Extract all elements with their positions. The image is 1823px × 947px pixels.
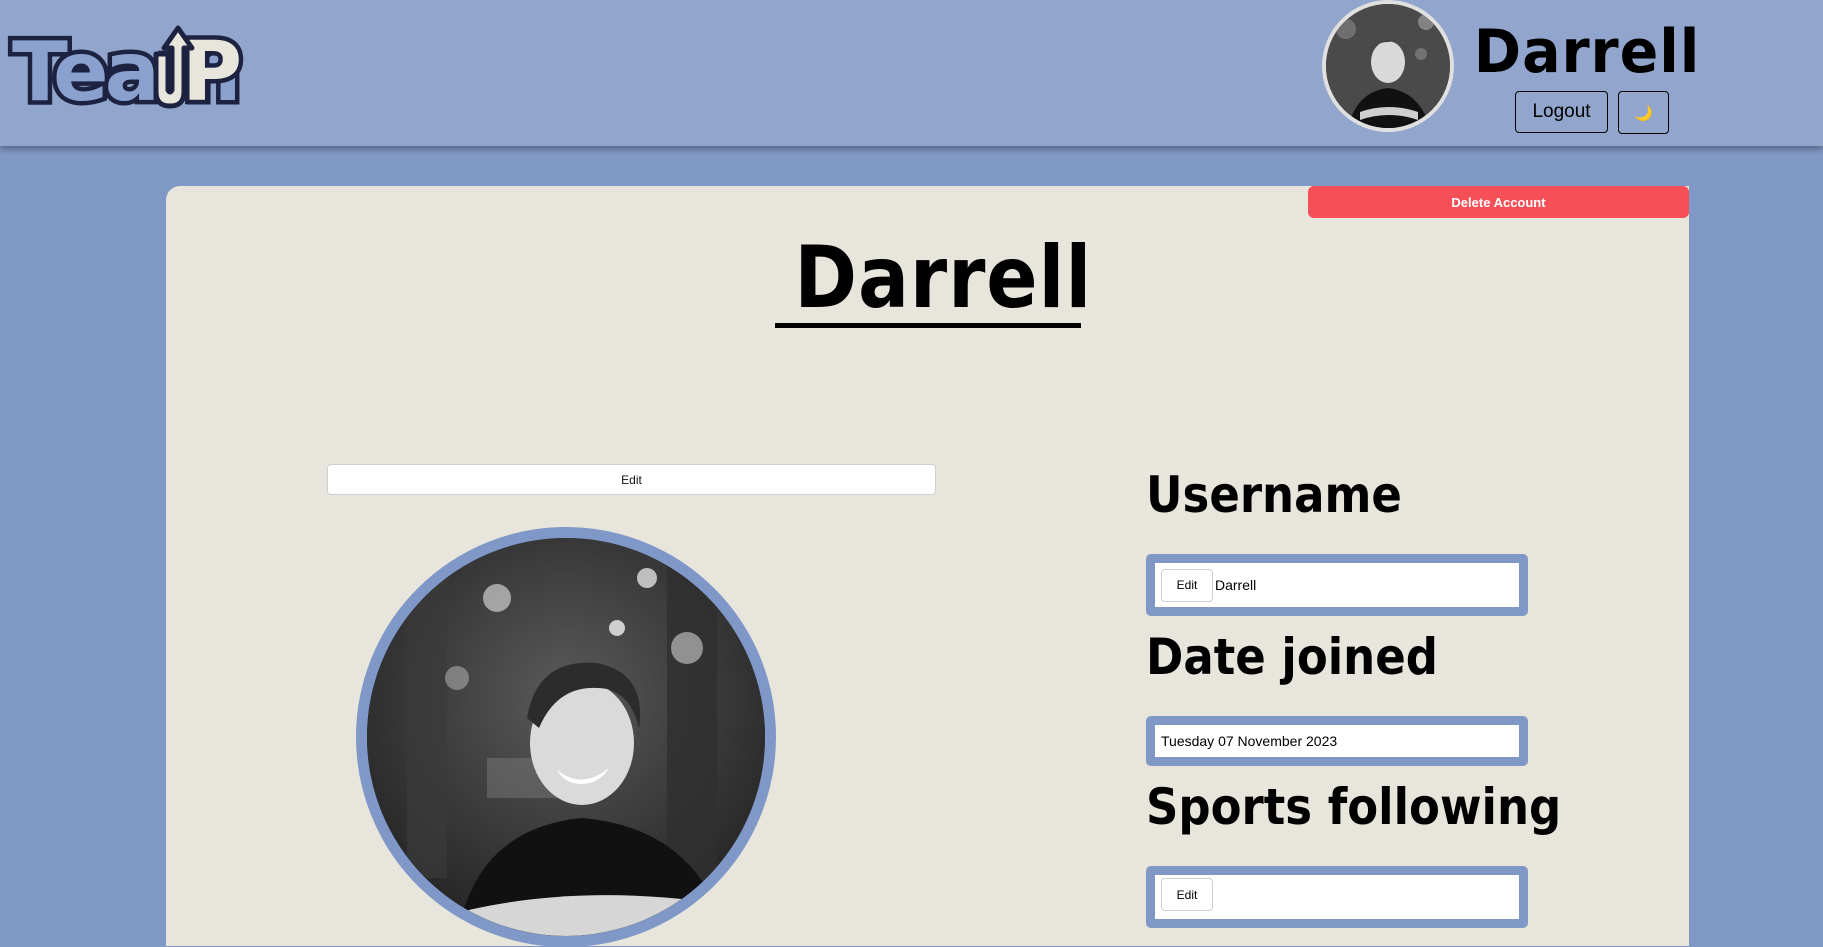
svg-text:P: P (182, 25, 242, 110)
header-avatar[interactable] (1322, 0, 1454, 132)
title-underline (775, 323, 1081, 328)
username-value: Darrell (1215, 577, 1257, 593)
sports-following-edit-button[interactable]: Edit (1161, 878, 1213, 911)
logout-button[interactable]: Logout (1515, 91, 1608, 133)
teamup-logo[interactable]: Team P (6, 20, 256, 125)
username-edit-button[interactable]: Edit (1161, 568, 1213, 602)
date-joined-field: Tuesday 07 November 2023 (1146, 716, 1528, 766)
date-joined-value: Tuesday 07 November 2023 (1161, 733, 1338, 749)
sports-following-field: Edit (1146, 866, 1528, 928)
moon-icon: 🌙 (1634, 103, 1653, 122)
delete-account-button[interactable]: Delete Account (1308, 186, 1689, 218)
profile-title: Darrell (794, 228, 1093, 328)
username-field: Edit Darrell (1146, 554, 1528, 616)
top-header: Team P Darrell Logout 🌙 (0, 0, 1823, 146)
profile-avatar (356, 527, 776, 947)
theme-toggle-button[interactable]: 🌙 (1618, 91, 1669, 134)
username-label: Username (1146, 466, 1402, 524)
header-username: Darrell (1473, 17, 1701, 87)
avatar-edit-button[interactable]: Edit (327, 464, 936, 495)
date-joined-label: Date joined (1146, 628, 1438, 686)
sports-following-label: Sports following (1146, 778, 1562, 836)
